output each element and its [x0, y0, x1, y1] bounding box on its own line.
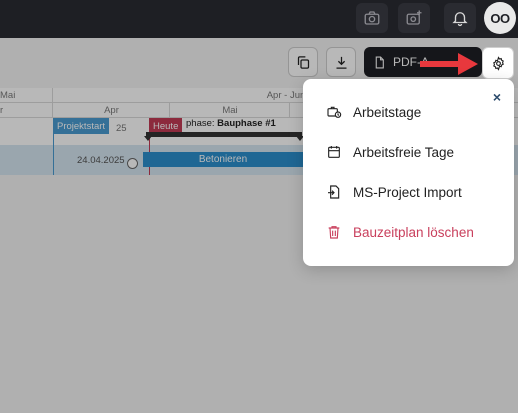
top-bar: OO: [0, 0, 518, 38]
phase-label-name: Bauphase #1: [217, 118, 276, 129]
menu-item-label: Arbeitstage: [353, 104, 422, 120]
phase-label: phase: Bauphase #1: [186, 118, 276, 129]
trash-icon: [328, 226, 340, 239]
file-import-icon: [328, 185, 340, 199]
settings-menu: × Arbeitstage Arbeitsfreie Tage MS-Proje…: [303, 79, 514, 266]
header-prev-month: r: [0, 103, 52, 117]
menu-item-bauzeitplan-loeschen[interactable]: Bauzeitplan löschen: [326, 220, 474, 244]
menu-item-ms-project-import[interactable]: MS-Project Import: [326, 180, 462, 204]
task-date: 24.04.2025: [77, 155, 125, 166]
download-button[interactable]: [326, 47, 356, 77]
phase-bar[interactable]: [144, 132, 304, 141]
header-top-left-label: Mai: [0, 89, 16, 101]
header-mai-label: Mai: [222, 104, 238, 116]
milestone-circle[interactable]: [127, 158, 138, 169]
phase-label-prefix: phase:: [186, 118, 218, 129]
header-month-mai: Mai: [0, 88, 52, 102]
add-photo-icon: [406, 10, 422, 25]
header-apr-label: Apr: [104, 104, 119, 116]
download-icon: [336, 56, 346, 69]
notifications-button[interactable]: [444, 3, 476, 33]
pdf-file-icon: [375, 56, 384, 68]
task-bar-label: Betonieren: [198, 154, 248, 165]
close-icon[interactable]: ×: [493, 89, 501, 105]
header-month-mai2: Mai: [169, 103, 290, 117]
calendar-icon: [328, 146, 340, 158]
bell-icon: [452, 12, 468, 27]
task-bar[interactable]: Betonieren: [143, 152, 303, 167]
project-start-label: Projektstart: [57, 120, 106, 132]
copy-button[interactable]: [288, 47, 318, 77]
menu-item-label: MS-Project Import: [353, 184, 462, 200]
start-date-suffix: 25: [116, 123, 127, 134]
menu-item-arbeitstage[interactable]: Arbeitstage: [326, 100, 421, 124]
project-start-tag: Projektstart: [53, 118, 110, 134]
header-quarter-label: Apr - Jun: [266, 89, 306, 101]
camera-icon: [364, 11, 380, 25]
user-avatar[interactable]: OO: [484, 2, 516, 34]
briefcase-clock-icon: [327, 106, 342, 118]
gear-icon: [492, 55, 504, 71]
header-prev-month-label: r: [0, 104, 4, 116]
settings-button[interactable]: [482, 47, 514, 79]
header-month-apr: Apr: [52, 103, 170, 117]
menu-item-arbeitsfreie-tage[interactable]: Arbeitsfreie Tage: [326, 140, 454, 164]
menu-item-label: Arbeitsfreie Tage: [353, 144, 455, 160]
camera-button[interactable]: [356, 3, 388, 33]
menu-item-label: Bauzeitplan löschen: [353, 224, 474, 240]
pointer-arrow-icon: [420, 53, 478, 75]
copy-icon: [297, 55, 309, 69]
today-label: Heute: [153, 120, 179, 132]
add-photo-button[interactable]: [398, 3, 430, 33]
